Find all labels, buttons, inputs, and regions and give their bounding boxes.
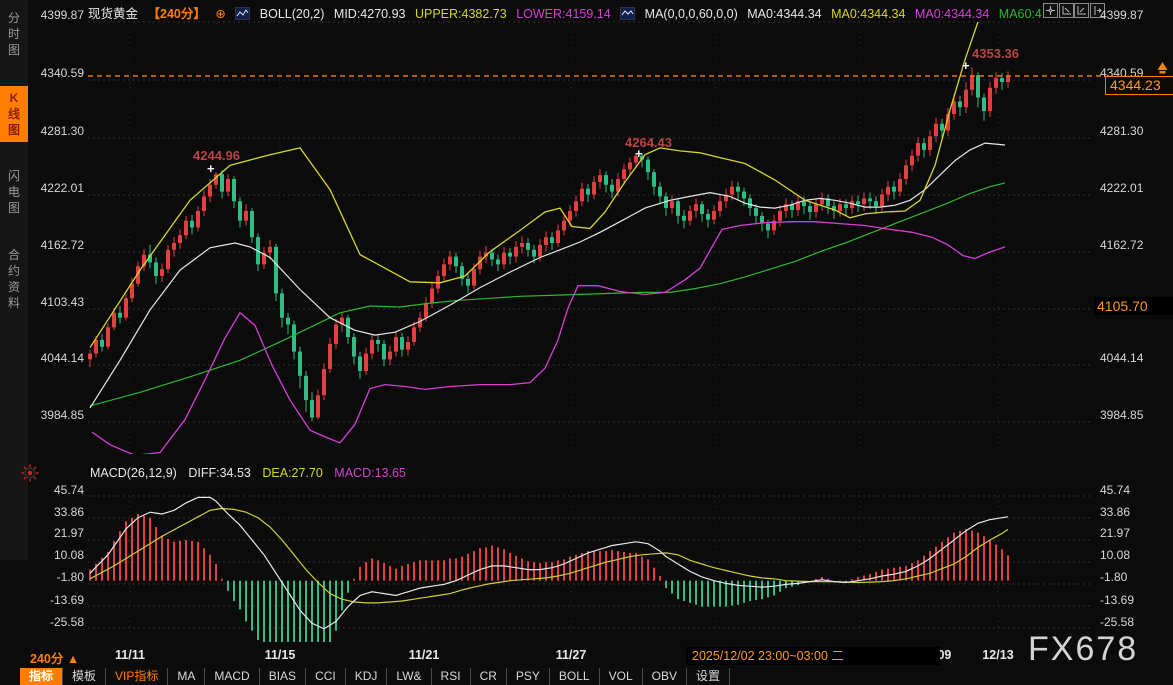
ma0-white-value: MA0:4344.34 bbox=[747, 7, 821, 21]
toolbar-item-10[interactable]: RSI bbox=[432, 668, 471, 685]
y-axis-label: 3984.85 bbox=[20, 408, 84, 422]
toolbar-item-3[interactable]: VIP指标 bbox=[106, 668, 168, 685]
y-axis-label: 4281.30 bbox=[20, 124, 84, 138]
alarm-icon[interactable] bbox=[21, 464, 39, 482]
toolbar-item-5[interactable]: MACD bbox=[205, 668, 259, 685]
x-axis-row: 240分 ▲ 11/1111/1511/2111/2712/13 /09 202… bbox=[0, 648, 1173, 666]
x-axis-date-label: 11/11 bbox=[115, 648, 145, 662]
toolbar-item-7[interactable]: CCI bbox=[306, 668, 346, 685]
boll-lower-value: LOWER:4159.14 bbox=[516, 7, 611, 21]
kline-chart-canvas[interactable] bbox=[0, 0, 1173, 685]
level-price-badge: 4105.70 bbox=[1094, 297, 1173, 315]
swing-cross-marker: + bbox=[207, 165, 215, 173]
macd-header: MACD(26,12,9) DIFF:34.53 DEA:27.70 MACD:… bbox=[90, 466, 414, 480]
ma-indicator-icon[interactable] bbox=[620, 7, 635, 20]
macd-axis-label: 45.74 bbox=[1100, 483, 1170, 497]
fx678-watermark: FX678 bbox=[1028, 630, 1138, 669]
zoom-in-axis-icon[interactable] bbox=[1059, 3, 1074, 18]
indicator-toolbar: 指标模板VIP指标MAMACDBIASCCIKDJLW&RSICRPSYBOLL… bbox=[20, 668, 730, 685]
toolbar-item-1[interactable]: 指标 bbox=[20, 668, 63, 685]
macd-diff-value: DIFF:34.53 bbox=[188, 466, 251, 480]
toolbar-item-14[interactable]: VOL bbox=[600, 668, 643, 685]
swing-price-annotation: 4264.43 bbox=[625, 135, 672, 150]
x-axis-date-label: 12/13 bbox=[982, 648, 1013, 662]
y-axis-label: 4162.72 bbox=[20, 238, 84, 252]
boll-mid-value: MID:4270.93 bbox=[334, 7, 406, 21]
swing-price-annotation: 4353.36 bbox=[972, 46, 1019, 61]
y-axis-label: 4162.72 bbox=[1100, 238, 1170, 252]
x-axis-date-label: 11/27 bbox=[556, 648, 587, 662]
macd-axis-label: -25.58 bbox=[1100, 615, 1170, 629]
period-selector[interactable]: 240分 ▲ bbox=[30, 648, 79, 667]
macd-axis-label: -25.58 bbox=[20, 615, 84, 629]
swing-cross-marker: + bbox=[635, 150, 643, 158]
kline-app-window: 分时图K线图闪电图合约资料 现货黄金 【240分】 ⊕ BOLL(20,2) M… bbox=[0, 0, 1173, 685]
toolbar-item-15[interactable]: OBV bbox=[643, 668, 687, 685]
macd-axis-label: 33.86 bbox=[1100, 505, 1170, 519]
macd-axis-label: -13.69 bbox=[1100, 593, 1170, 607]
y-axis-label: 4222.01 bbox=[1100, 181, 1170, 195]
y-axis-label: 4399.87 bbox=[20, 8, 84, 22]
y-axis-label: 4044.14 bbox=[20, 351, 84, 365]
boll-upper-value: UPPER:4382.73 bbox=[415, 7, 507, 21]
y-axis-label: 4222.01 bbox=[20, 181, 84, 195]
toolbar-item-9[interactable]: LW& bbox=[387, 668, 431, 685]
toolbar-item-2[interactable]: 模板 bbox=[63, 668, 106, 685]
period-tag: 【240分】 bbox=[148, 7, 206, 21]
toolbar-item-12[interactable]: PSY bbox=[507, 668, 550, 685]
indicator-header: 现货黄金 【240分】 ⊕ BOLL(20,2) MID:4270.93 UPP… bbox=[88, 3, 1048, 19]
toolbar-item-11[interactable]: CR bbox=[471, 668, 507, 685]
macd-axis-label: 10.08 bbox=[20, 548, 84, 562]
macd-title: MACD(26,12,9) bbox=[90, 466, 177, 480]
y-axis-label: 3984.85 bbox=[1100, 408, 1170, 422]
toolbar-item-6[interactable]: BIAS bbox=[260, 668, 306, 685]
ma-label: MA(0,0,0,60,0,0) bbox=[645, 7, 738, 21]
macd-axis-label: -13.69 bbox=[20, 593, 84, 607]
macd-dea-value: DEA:27.70 bbox=[262, 466, 322, 480]
macd-axis-label: 21.97 bbox=[1100, 526, 1170, 540]
ma0-magenta-value: MA0:4344.34 bbox=[915, 7, 989, 21]
move-icon[interactable] bbox=[1043, 3, 1058, 18]
macd-macd-value: MACD:13.65 bbox=[334, 466, 406, 480]
macd-axis-label: -1.80 bbox=[1100, 570, 1170, 584]
toolbar-item-4[interactable]: MA bbox=[168, 668, 205, 685]
toolbar-item-16[interactable]: 设置 bbox=[687, 668, 730, 685]
macd-axis-label: 10.08 bbox=[1100, 548, 1170, 562]
ma0-yellow-value: MA0:4344.34 bbox=[831, 7, 905, 21]
last-price-badge: 4344.23 bbox=[1105, 76, 1173, 95]
boll-label: BOLL(20,2) bbox=[260, 7, 325, 21]
y-axis-label: 4103.43 bbox=[20, 295, 84, 309]
swing-price-annotation: 4244.96 bbox=[193, 148, 240, 163]
toolbar-item-13[interactable]: BOLL bbox=[550, 668, 600, 685]
swing-cross-marker: + bbox=[962, 62, 970, 70]
x-axis-date-label: 11/21 bbox=[409, 648, 440, 662]
y-axis-label: 4399.87 bbox=[1100, 8, 1170, 22]
boll-indicator-icon[interactable] bbox=[235, 7, 250, 20]
toolbar-item-8[interactable]: KDJ bbox=[346, 668, 388, 685]
zoom-out-axis-icon[interactable] bbox=[1074, 3, 1089, 18]
bar-time-tooltip: 2025/12/02 23:00~03:00 二 bbox=[686, 647, 940, 665]
ma60-value: MA60:4 bbox=[999, 7, 1042, 21]
x-axis-date-label: 11/15 bbox=[265, 648, 296, 662]
plus-circle-icon[interactable]: ⊕ bbox=[215, 7, 225, 21]
macd-axis-label: -1.80 bbox=[20, 570, 84, 584]
y-axis-label: 4281.30 bbox=[1100, 124, 1170, 138]
y-axis-label: 4044.14 bbox=[1100, 351, 1170, 365]
y-axis-label: 4340.59 bbox=[20, 66, 84, 80]
macd-axis-label: 21.97 bbox=[20, 526, 84, 540]
symbol-name: 现货黄金 bbox=[88, 7, 138, 21]
macd-axis-label: 33.86 bbox=[20, 505, 84, 519]
macd-axis-label: 45.74 bbox=[20, 483, 84, 497]
